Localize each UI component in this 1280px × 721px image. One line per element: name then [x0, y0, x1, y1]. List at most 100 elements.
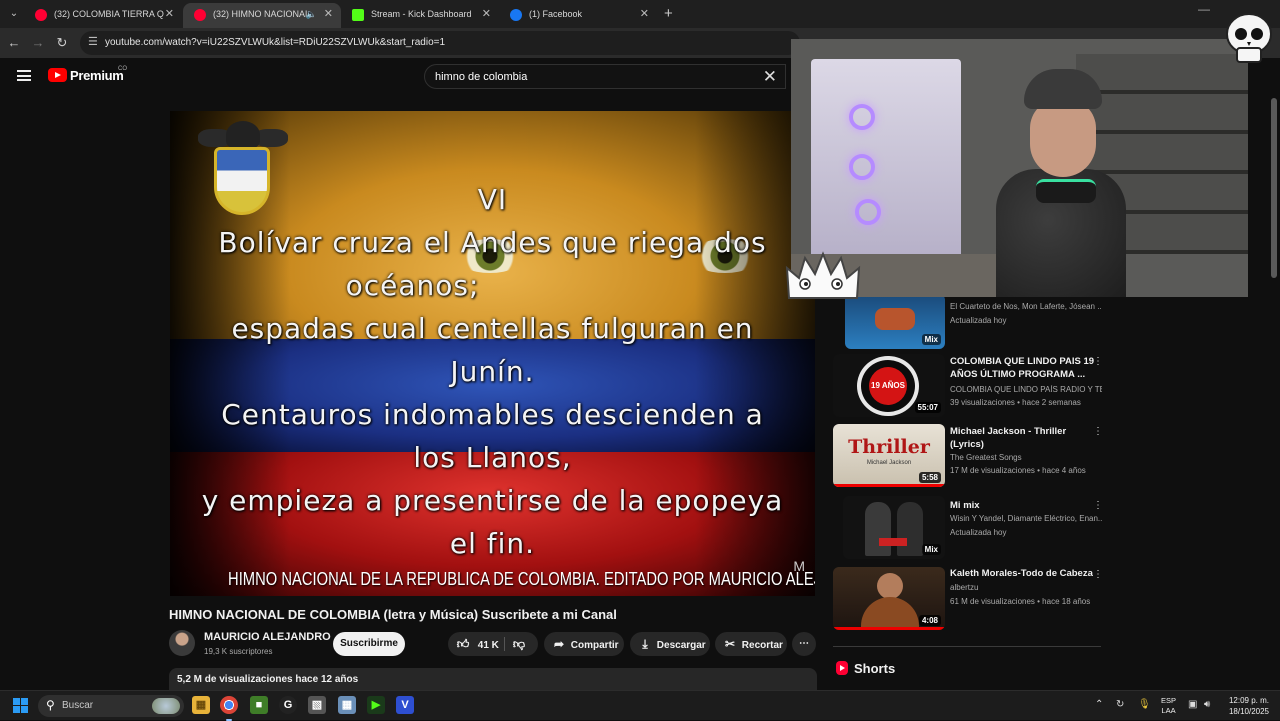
- search-box[interactable]: himno de colombia ✕: [424, 64, 786, 89]
- like-count[interactable]: 41 K: [478, 640, 499, 651]
- channel-avatar[interactable]: [169, 630, 195, 656]
- tab-title: (32) HIMNO NACIONAL DE COLOMBIA: [213, 9, 309, 19]
- video-editor-icon[interactable]: ▧: [308, 696, 326, 714]
- taskbar-search-placeholder[interactable]: Buscar: [62, 700, 93, 711]
- site-info-icon[interactable]: ☰: [88, 35, 98, 48]
- url-text[interactable]: youtube.com/watch?v=iU22SZVLWUk&list=RDi…: [105, 37, 445, 48]
- recommendation-item[interactable]: 19 AÑOS 55:07 COLOMBIA QUE LINDO PAIS 19…: [833, 354, 1105, 418]
- duration-badge: 5:58: [918, 472, 941, 483]
- video-player[interactable]: VI Bolívar cruza el Andes que riega dos …: [170, 111, 815, 596]
- tab-himno-nacional[interactable]: (32) HIMNO NACIONAL DE COLOMBIA 🔈 ✕: [183, 3, 341, 28]
- kick-app-icon[interactable]: ▶: [367, 696, 385, 714]
- tab-colombia-tierra-querida[interactable]: (32) COLOMBIA TIERRA QUERIDA ✕: [24, 3, 182, 28]
- views-and-age: 5,2 M de visualizaciones hace 12 años: [177, 674, 359, 685]
- search-icon: ⚲: [46, 698, 55, 712]
- volume-icon[interactable]: 🔊︎: [1204, 699, 1210, 710]
- search-input[interactable]: himno de colombia: [435, 71, 527, 83]
- clip-button[interactable]: ✂ Recortar: [715, 632, 787, 656]
- recommendation-thumbnail[interactable]: 19 AÑOS 55:07: [833, 354, 945, 417]
- skull-sticker-icon: [1226, 13, 1272, 63]
- recommendation-item[interactable]: Mix El Cuarteto de Nos, Mon Laferte, Jós…: [833, 294, 1105, 362]
- watch-progress-bar: [833, 484, 945, 487]
- duration-badge: 4:08: [918, 615, 941, 626]
- page-scrollbar[interactable]: [1271, 98, 1277, 278]
- language-indicator[interactable]: ESP LAA: [1161, 696, 1176, 716]
- more-actions-icon[interactable]: ⋯: [792, 632, 816, 656]
- clear-search-icon[interactable]: ✕: [763, 67, 777, 87]
- lyric-line: VI: [477, 183, 508, 216]
- menu-icon[interactable]: [17, 70, 31, 81]
- back-arrow-icon[interactable]: ←: [4, 33, 24, 53]
- youtube-logo-icon[interactable]: [48, 68, 67, 82]
- address-bar[interactable]: ☰ youtube.com/watch?v=iU22SZVLWUk&list=R…: [80, 31, 800, 55]
- tab-kick-dashboard[interactable]: Stream - Kick Dashboard ✕: [341, 3, 499, 28]
- chrome-icon[interactable]: [220, 696, 238, 721]
- minimize-window-icon[interactable]: —: [1198, 2, 1210, 16]
- tab-facebook[interactable]: (1) Facebook ✕: [499, 3, 657, 28]
- reload-icon[interactable]: ↻: [52, 33, 72, 53]
- download-button[interactable]: ⤓ Descargar: [630, 632, 710, 656]
- new-tab-icon[interactable]: +: [664, 5, 673, 22]
- taskbar-search-box[interactable]: ⚲ Buscar: [38, 695, 184, 717]
- forward-arrow-icon[interactable]: →: [28, 33, 48, 53]
- tray-chevron-icon[interactable]: ⌃: [1095, 699, 1103, 710]
- recommendation-thumbnail[interactable]: 4:08: [833, 567, 945, 630]
- minecraft-icon[interactable]: ■: [250, 696, 268, 714]
- tab-title: (1) Facebook: [529, 9, 583, 19]
- share-icon: ➦: [553, 637, 565, 651]
- more-options-icon[interactable]: ⋮: [1093, 569, 1103, 580]
- recommendation-title[interactable]: Kaleth Morales-Todo de Cabeza: [950, 568, 1102, 581]
- thumb-title-text: Thriller: [848, 436, 930, 458]
- recommendation-item[interactable]: Mix Mi mix Wisin Y Yandel, Diamante Eléc…: [833, 496, 1105, 560]
- video-caption: HIMNO NACIONAL DE LA REPUBLICA DE COLOMB…: [228, 569, 815, 589]
- network-icon[interactable]: ▣: [1188, 699, 1197, 710]
- search-highlight-art: [152, 698, 180, 714]
- more-options-icon[interactable]: ⋮: [1093, 356, 1103, 367]
- recommendation-title[interactable]: COLOMBIA QUE LINDO PAIS 19 AÑOS ÚLTIMO P…: [950, 356, 1102, 381]
- thumbs-up-icon[interactable]: 👍︎: [454, 632, 472, 656]
- close-tab-icon[interactable]: ✕: [482, 3, 491, 25]
- person-figure: [865, 502, 891, 556]
- recommendation-title[interactable]: Michael Jackson - Thriller (Lyrics): [950, 426, 1102, 451]
- calculator-icon[interactable]: ▦: [338, 696, 356, 714]
- divider: [833, 646, 1101, 647]
- recommendation-channel: COLOMBIA QUE LINDO PAÍS RADIO Y TE...: [950, 385, 1102, 394]
- app-g-icon[interactable]: G: [279, 696, 297, 714]
- close-tab-icon[interactable]: ✕: [324, 3, 333, 25]
- more-options-icon[interactable]: ⋮: [1093, 426, 1103, 437]
- file-explorer-icon[interactable]: ▦: [192, 696, 210, 714]
- speaker-icon[interactable]: 🔈: [306, 3, 317, 25]
- sync-icon[interactable]: ↻: [1116, 699, 1124, 710]
- recommendation-item[interactable]: Thriller Michael Jackson 5:58 Michael Ja…: [833, 424, 1105, 488]
- more-options-icon[interactable]: ⋮: [1093, 500, 1103, 511]
- windows-start-icon[interactable]: [13, 698, 29, 714]
- system-clock[interactable]: 12:09 p. m. 18/10/2025: [1225, 695, 1269, 717]
- region-code: CO: [118, 66, 127, 72]
- recommendation-thumbnail[interactable]: Thriller Michael Jackson 5:58: [833, 424, 945, 487]
- recommendation-item[interactable]: 4:08 Kaleth Morales-Todo de Cabeza alber…: [833, 567, 1105, 631]
- app-v-icon[interactable]: V: [396, 696, 414, 714]
- like-dislike-group: 👍︎ 41 K 👎︎: [448, 632, 538, 656]
- share-button[interactable]: ➦ Compartir: [544, 632, 624, 656]
- recommendation-thumbnail[interactable]: Mix: [843, 496, 945, 559]
- close-tab-icon[interactable]: ✕: [640, 3, 649, 25]
- close-tab-icon[interactable]: ✕: [165, 3, 174, 25]
- youtube-premium-wordmark[interactable]: Premium: [70, 68, 124, 83]
- microphone: [1036, 179, 1096, 203]
- channel-name[interactable]: MAURICIO ALEJANDRO: [204, 631, 331, 643]
- facebook-favicon-icon: [510, 9, 522, 21]
- subscribe-button[interactable]: Suscribirme: [333, 632, 405, 656]
- windows-taskbar: ⚲ Buscar ▦ ■ G ▧ ▦ ▶ V ⌃ ↻ 🎙︎ ESP LAA ▣ …: [0, 690, 1280, 721]
- video-watermark: M: [793, 558, 805, 574]
- recommendation-title[interactable]: Mi mix: [950, 500, 1102, 513]
- watch-progress-bar: [833, 627, 945, 630]
- recommendation-meta: 39 visualizaciones • hace 2 semanas: [950, 398, 1081, 407]
- thumbs-down-icon[interactable]: 👎︎: [510, 632, 528, 656]
- share-label: Compartir: [570, 640, 619, 651]
- singer-head: [877, 573, 903, 599]
- browser-tab-strip: ⌄ (32) COLOMBIA TIERRA QUERIDA ✕ (32) HI…: [0, 0, 1280, 28]
- mix-badge: Mix: [921, 334, 941, 345]
- microphone-tray-icon[interactable]: 🎙︎: [1138, 699, 1151, 710]
- tab-search-chevron-icon[interactable]: ⌄: [6, 6, 22, 22]
- language-code: ESP: [1161, 696, 1177, 705]
